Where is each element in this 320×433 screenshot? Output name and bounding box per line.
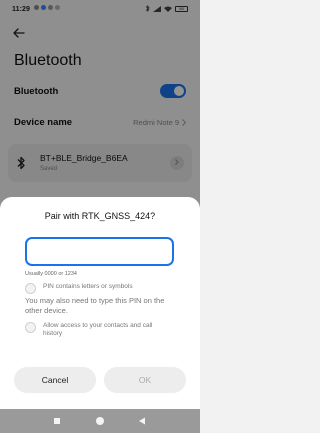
pin-note: You may also need to type this PIN on th… — [25, 296, 165, 315]
cancel-button[interactable]: Cancel — [14, 367, 96, 393]
pin-letters-option[interactable]: PIN contains letters or symbols — [25, 283, 133, 294]
contacts-access-label: Allow access to your contacts and call h… — [43, 322, 153, 337]
contacts-access-option[interactable]: Allow access to your contacts and call h… — [25, 322, 161, 338]
pin-hint: Usually 0000 or 1234 — [25, 271, 77, 277]
home-icon[interactable] — [96, 417, 104, 425]
dialog-title: Pair with RTK_GNSS_424? — [44, 211, 156, 221]
navigation-bar — [0, 409, 200, 433]
pin-letters-label: PIN contains letters or symbols — [43, 283, 133, 290]
pin-letters-checkbox[interactable] — [25, 283, 36, 294]
nav-back-icon[interactable] — [138, 417, 146, 425]
recents-icon[interactable] — [54, 418, 60, 424]
pin-input[interactable] — [25, 237, 174, 266]
pairing-dialog: Pair with RTK_GNSS_424? Usually 0000 or … — [0, 197, 200, 409]
ok-button[interactable]: OK — [104, 367, 186, 393]
bluetooth-settings-screen: 11:29 88 Bluetooth Bluetooth Device name… — [0, 0, 200, 433]
contacts-access-checkbox[interactable] — [25, 322, 36, 333]
